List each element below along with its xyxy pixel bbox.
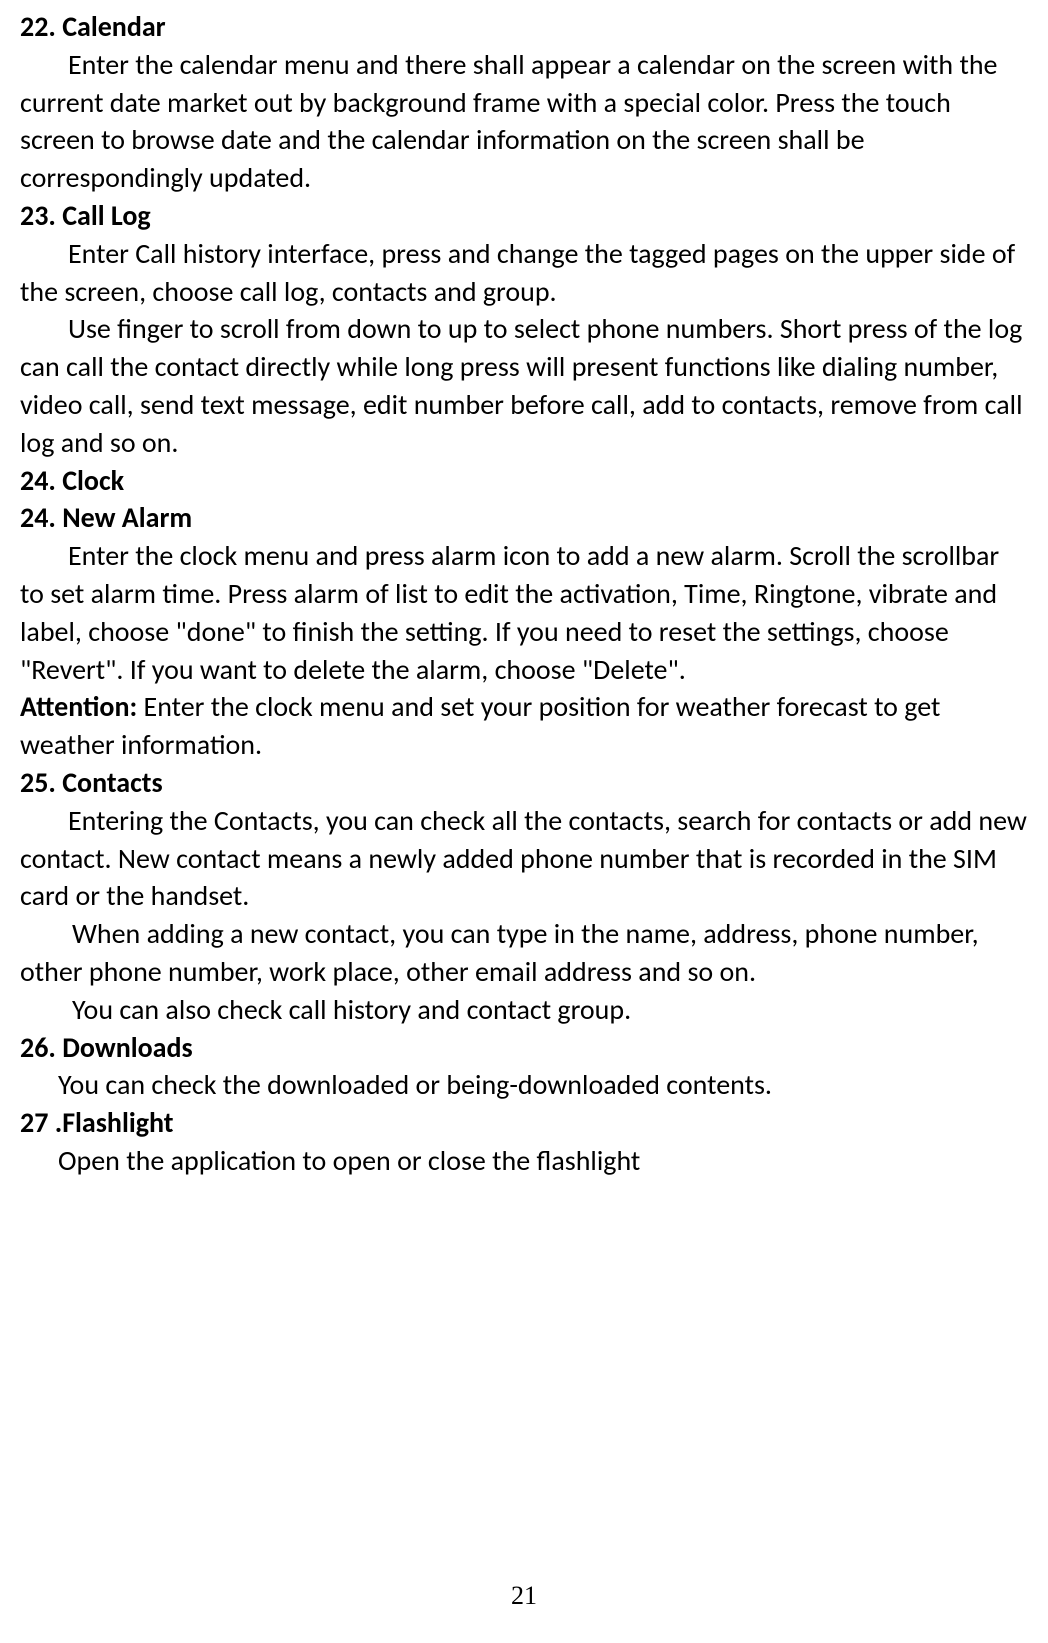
section-26-heading: 26. Downloads (20, 1029, 1028, 1067)
section-23-heading: 23. Call Log (20, 197, 1028, 235)
page-number: 21 (0, 1578, 1048, 1613)
attention-label: Attention: (20, 689, 137, 724)
section-24-attention: Attention: Enter the clock menu and set … (20, 688, 1028, 764)
section-24-paragraph-1: Enter the clock menu and press alarm ico… (20, 537, 1028, 688)
section-24-alarm-heading: 24. New Alarm (20, 499, 1028, 537)
section-22-heading: 22. Calendar (20, 8, 1028, 46)
section-23-paragraph-1: Enter Call history interface, press and … (20, 235, 1028, 311)
section-25-paragraph-1: Entering the Contacts, you can check all… (20, 802, 1028, 915)
section-22-paragraph: Enter the calendar menu and there shall … (20, 46, 1028, 197)
section-27-paragraph: Open the application to open or close th… (20, 1142, 1028, 1180)
section-23-paragraph-2: Use finger to scroll from down to up to … (20, 310, 1028, 461)
section-24-clock-heading: 24. Clock (20, 462, 1028, 500)
section-25-paragraph-3: You can also check call history and cont… (20, 991, 1028, 1029)
section-25-paragraph-2: When adding a new contact, you can type … (20, 915, 1028, 991)
section-27-heading: 27 .Flashlight (20, 1104, 1028, 1142)
section-25-heading: 25. Contacts (20, 764, 1028, 802)
attention-text: Enter the clock menu and set your positi… (20, 689, 940, 762)
section-26-paragraph: You can check the downloaded or being-do… (20, 1066, 1028, 1104)
